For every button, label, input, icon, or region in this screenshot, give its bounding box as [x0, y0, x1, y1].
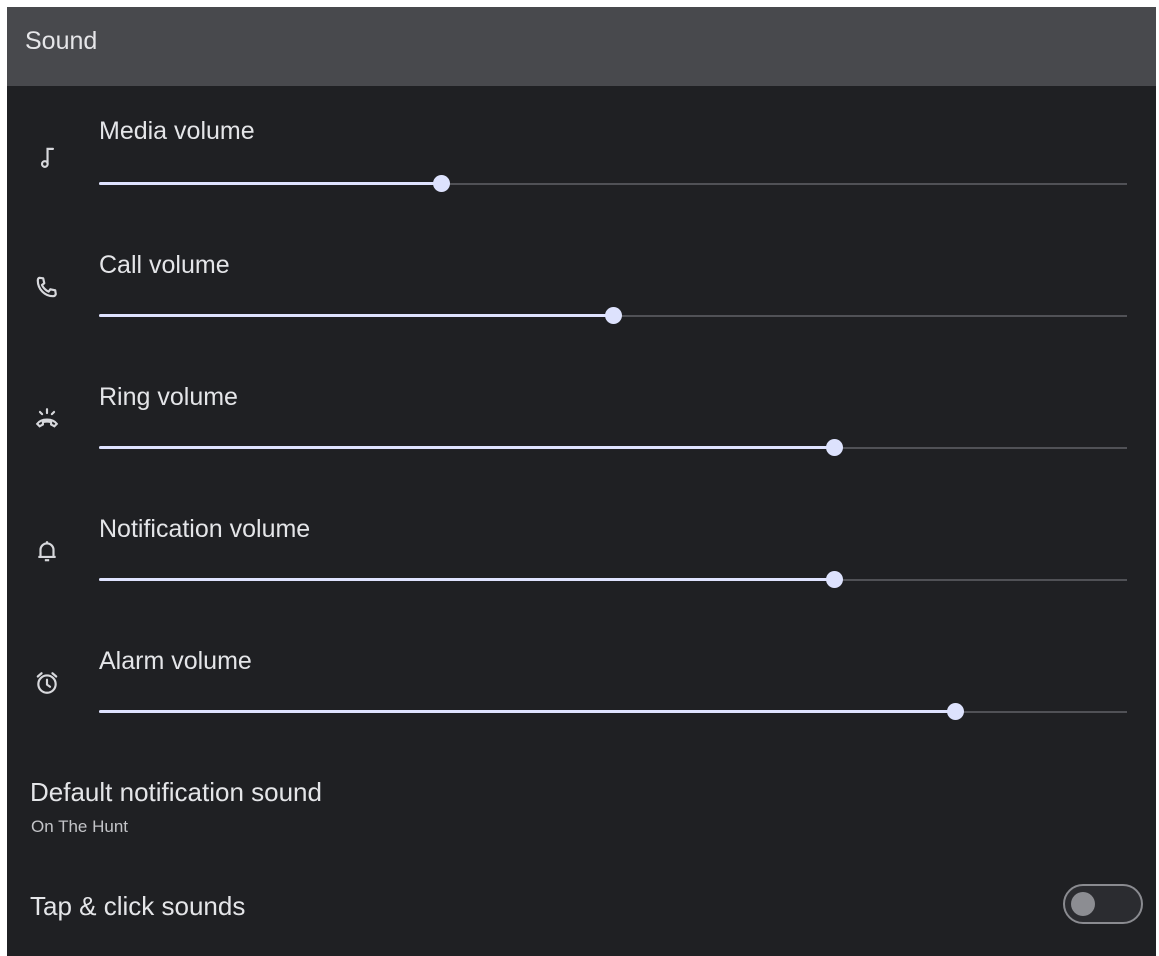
app-bar: Sound: [7, 7, 1156, 86]
tap-click-sounds-title: Tap & click sounds: [30, 891, 246, 921]
tap-click-sounds-toggle[interactable]: [1063, 884, 1143, 924]
slider-thumb[interactable]: [826, 439, 844, 456]
page-title: Sound: [25, 27, 98, 55]
notification-volume-label: Notification volume: [99, 515, 311, 543]
ring-volume-row: Ring volume: [7, 350, 1156, 482]
alarm-volume-label: Alarm volume: [99, 647, 252, 675]
call-volume-slider[interactable]: [99, 306, 1127, 326]
slider-active-track: [99, 446, 835, 449]
default-notification-sound-title: Default notification sound: [30, 777, 322, 807]
notification-volume-slider[interactable]: [99, 570, 1127, 590]
alarm-clock-icon: [34, 670, 60, 696]
tap-click-sounds-item[interactable]: Tap & click sounds: [7, 862, 1156, 956]
bell-icon: [34, 538, 60, 564]
ringer-icon: [34, 406, 60, 432]
default-notification-sound-item[interactable]: Default notification sound On The Hunt: [7, 747, 1156, 862]
slider-thumb[interactable]: [826, 571, 844, 588]
alarm-volume-slider[interactable]: [99, 702, 1127, 722]
slider-thumb[interactable]: [433, 175, 451, 192]
slider-thumb[interactable]: [605, 307, 622, 324]
toggle-knob: [1071, 892, 1095, 916]
call-volume-row: Call volume: [7, 218, 1156, 350]
slider-active-track: [99, 314, 613, 317]
alarm-volume-row: Alarm volume: [7, 614, 1156, 746]
media-volume-label: Media volume: [99, 117, 255, 145]
slider-active-track: [99, 578, 835, 581]
music-note-icon: [34, 144, 60, 170]
phone-icon: [34, 274, 60, 300]
call-volume-label: Call volume: [99, 251, 230, 279]
slider-active-track: [99, 710, 956, 713]
sound-settings-screen: Sound Media volume Call volume Ring volu…: [7, 7, 1156, 956]
media-volume-row: Media volume: [7, 86, 1156, 218]
slider-thumb[interactable]: [947, 703, 965, 720]
ring-volume-label: Ring volume: [99, 383, 238, 411]
media-volume-slider[interactable]: [99, 174, 1127, 194]
ring-volume-slider[interactable]: [99, 438, 1127, 458]
slider-active-track: [99, 182, 442, 185]
notification-volume-row: Notification volume: [7, 482, 1156, 614]
default-notification-sound-summary: On The Hunt: [31, 817, 129, 836]
